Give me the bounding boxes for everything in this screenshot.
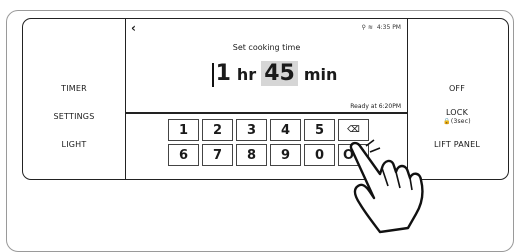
lock-button[interactable]: LOCK 🔒(3sec) [406,108,508,125]
hours-value[interactable]: 1 [216,61,231,86]
lock-label: LOCK [445,108,469,117]
screen-title: Set cooking time [232,43,301,52]
cooking-time-display: 1 hr 45 min [212,61,342,89]
left-button-column: TIMER SETTINGS LIGHT [23,19,125,179]
off-button[interactable]: OFF [406,84,508,93]
minutes-unit: min [303,65,338,84]
text-cursor [212,63,214,87]
key-9[interactable]: 9 [270,144,301,166]
connectivity-icons: ⚲ ≋ [361,24,373,31]
key-4[interactable]: 4 [270,119,301,141]
settings-button[interactable]: SETTINGS [23,112,125,121]
ready-time-text: Ready at 6:20PM [350,103,401,110]
status-bar: ⚲ ≋ 4:35 PM [362,24,401,31]
key-3[interactable]: 3 [236,119,267,141]
screen-divider [126,112,407,114]
hours-unit: hr [236,65,257,84]
pointing-hand-icon [349,139,424,234]
key-8[interactable]: 8 [236,144,267,166]
key-2[interactable]: 2 [202,119,233,141]
clock-text: 4:35 PM [376,24,401,31]
back-arrow-icon[interactable]: ‹ [131,21,136,35]
lock-hold-hint: 🔒(3sec) [443,118,471,125]
minutes-value[interactable]: 45 [261,61,298,86]
light-button[interactable]: LIGHT [23,140,125,149]
key-7[interactable]: 7 [202,144,233,166]
key-6[interactable]: 6 [168,144,199,166]
key-1[interactable]: 1 [168,119,199,141]
timer-button[interactable]: TIMER [23,84,125,93]
